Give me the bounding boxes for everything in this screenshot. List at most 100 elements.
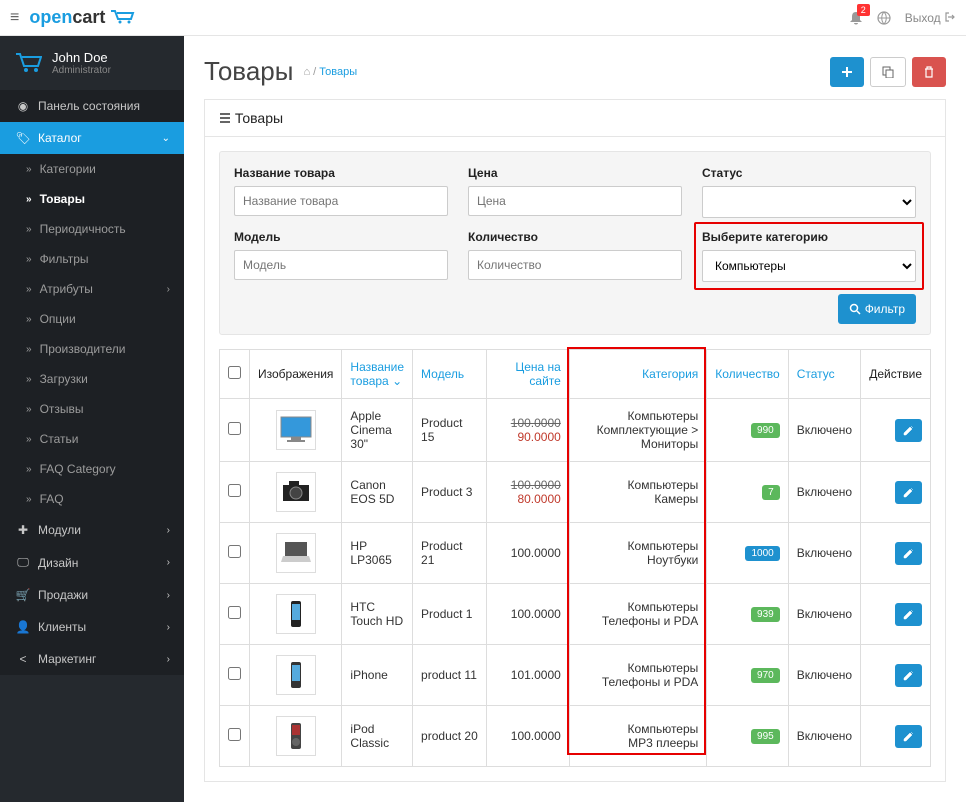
sub-faqcat[interactable]: »FAQ Category xyxy=(0,454,184,484)
cell-status: Включено xyxy=(788,584,860,645)
cell-price: 100.0000 xyxy=(487,584,570,645)
cell-category: КомпьютерыНоутбуки xyxy=(569,523,706,584)
edit-button[interactable] xyxy=(895,542,922,565)
chevron-right-icon: › xyxy=(167,590,170,601)
cell-status: Включено xyxy=(788,645,860,706)
topbar: ≡ opencart 2 Выход xyxy=(0,0,966,36)
sub-faq[interactable]: »FAQ xyxy=(0,484,184,514)
col-price[interactable]: Цена на сайте xyxy=(487,350,570,399)
brand-logo[interactable]: opencart xyxy=(29,7,134,28)
globe-button[interactable] xyxy=(877,11,891,25)
cell-name: iPhone xyxy=(342,645,413,706)
chevron-right-icon: › xyxy=(167,525,170,536)
col-category[interactable]: Категория xyxy=(569,350,706,399)
pencil-icon xyxy=(903,609,914,620)
select-all-checkbox[interactable] xyxy=(228,366,241,379)
row-checkbox[interactable] xyxy=(228,606,241,619)
pencil-icon xyxy=(903,487,914,498)
nav-dashboard[interactable]: ◉Панель состояния xyxy=(0,90,184,122)
chevron-right-icon: › xyxy=(167,284,170,295)
cell-name: iPod Classic xyxy=(342,706,413,767)
copy-icon xyxy=(882,66,894,78)
chevron-right-icon: › xyxy=(167,622,170,633)
edit-button[interactable] xyxy=(895,481,922,504)
sub-filters[interactable]: »Фильтры xyxy=(0,244,184,274)
filter-qty-input[interactable] xyxy=(468,250,682,280)
filter-qty-label: Количество xyxy=(468,230,682,244)
panel-heading: Товары xyxy=(205,100,945,137)
share-icon: < xyxy=(14,652,32,666)
filter-category-select[interactable]: Компьютеры xyxy=(702,250,916,282)
sub-attributes[interactable]: »Атрибуты› xyxy=(0,274,184,304)
chevron-down-icon: ⌄ xyxy=(162,133,170,144)
table-row: iPhone product 11 101.0000 КомпьютерыТел… xyxy=(220,645,931,706)
nav-design[interactable]: 🖵Дизайн› xyxy=(0,546,184,579)
nav-marketing[interactable]: <Маркетинг› xyxy=(0,643,184,675)
panel: Товары Название товара Цена С xyxy=(204,99,946,782)
sub-recurring[interactable]: »Периодичность xyxy=(0,214,184,244)
sub-manufacturers[interactable]: »Производители xyxy=(0,334,184,364)
row-checkbox[interactable] xyxy=(228,422,241,435)
filter-status-select[interactable] xyxy=(702,186,916,218)
edit-button[interactable] xyxy=(895,603,922,626)
sub-reviews[interactable]: »Отзывы xyxy=(0,394,184,424)
col-action: Действие xyxy=(861,350,931,399)
copy-button[interactable] xyxy=(870,57,906,87)
page-title: Товары xyxy=(204,56,293,87)
list-icon xyxy=(219,112,231,124)
pencil-icon xyxy=(903,670,914,681)
sub-categories[interactable]: »Категории xyxy=(0,154,184,184)
cell-model: Product 3 xyxy=(413,462,487,523)
add-button[interactable] xyxy=(830,57,864,87)
nav-catalog[interactable]: 🏷Каталог⌄ xyxy=(0,122,184,154)
notifications-button[interactable]: 2 xyxy=(849,11,863,25)
product-thumb xyxy=(276,655,316,695)
col-qty[interactable]: Количество xyxy=(707,350,788,399)
pencil-icon xyxy=(903,425,914,436)
filter-model-input[interactable] xyxy=(234,250,448,280)
nav-modules[interactable]: ✚Модули› xyxy=(0,514,184,546)
cell-price: 100.000090.0000 xyxy=(487,399,570,462)
col-name[interactable]: Название товара ⌄ xyxy=(342,350,413,399)
table-row: HP LP3065 Product 21 100.0000 Компьютеры… xyxy=(220,523,931,584)
nav-sales[interactable]: 🛒Продажи› xyxy=(0,579,184,611)
qty-badge: 995 xyxy=(751,729,780,744)
globe-icon xyxy=(877,11,891,25)
filter-name-input[interactable] xyxy=(234,186,448,216)
nav-clients[interactable]: 👤Клиенты› xyxy=(0,611,184,643)
delete-button[interactable] xyxy=(912,57,946,87)
filter-button[interactable]: Фильтр xyxy=(838,294,916,324)
row-checkbox[interactable] xyxy=(228,545,241,558)
user-role: Administrator xyxy=(52,65,111,76)
home-icon[interactable]: ⌂ xyxy=(303,66,310,78)
sub-products[interactable]: »Товары xyxy=(0,184,184,214)
edit-button[interactable] xyxy=(895,419,922,442)
edit-button[interactable] xyxy=(895,725,922,748)
qty-badge: 990 xyxy=(751,423,780,438)
filter-price-input[interactable] xyxy=(468,186,682,216)
col-model[interactable]: Модель xyxy=(413,350,487,399)
notification-badge: 2 xyxy=(857,4,870,16)
filter-model-label: Модель xyxy=(234,230,448,244)
row-checkbox[interactable] xyxy=(228,484,241,497)
col-status[interactable]: Статус xyxy=(788,350,860,399)
table-row: Apple Cinema 30" Product 15 100.000090.0… xyxy=(220,399,931,462)
product-thumb xyxy=(276,716,316,756)
table-row: iPod Classic product 20 100.0000 Компьют… xyxy=(220,706,931,767)
breadcrumb-link[interactable]: Товары xyxy=(319,66,357,78)
sub-downloads[interactable]: »Загрузки xyxy=(0,364,184,394)
logout-button[interactable]: Выход xyxy=(905,11,956,25)
menu-toggle-icon[interactable]: ≡ xyxy=(10,9,19,27)
row-checkbox[interactable] xyxy=(228,667,241,680)
edit-button[interactable] xyxy=(895,664,922,687)
pencil-icon xyxy=(903,731,914,742)
sub-articles[interactable]: »Статьи xyxy=(0,424,184,454)
sub-options[interactable]: »Опции xyxy=(0,304,184,334)
cell-name: HP LP3065 xyxy=(342,523,413,584)
row-checkbox[interactable] xyxy=(228,728,241,741)
search-icon xyxy=(849,303,861,315)
product-thumb xyxy=(276,533,316,573)
desktop-icon: 🖵 xyxy=(14,555,32,570)
cell-qty: 7 xyxy=(707,462,788,523)
qty-badge: 7 xyxy=(762,485,780,500)
